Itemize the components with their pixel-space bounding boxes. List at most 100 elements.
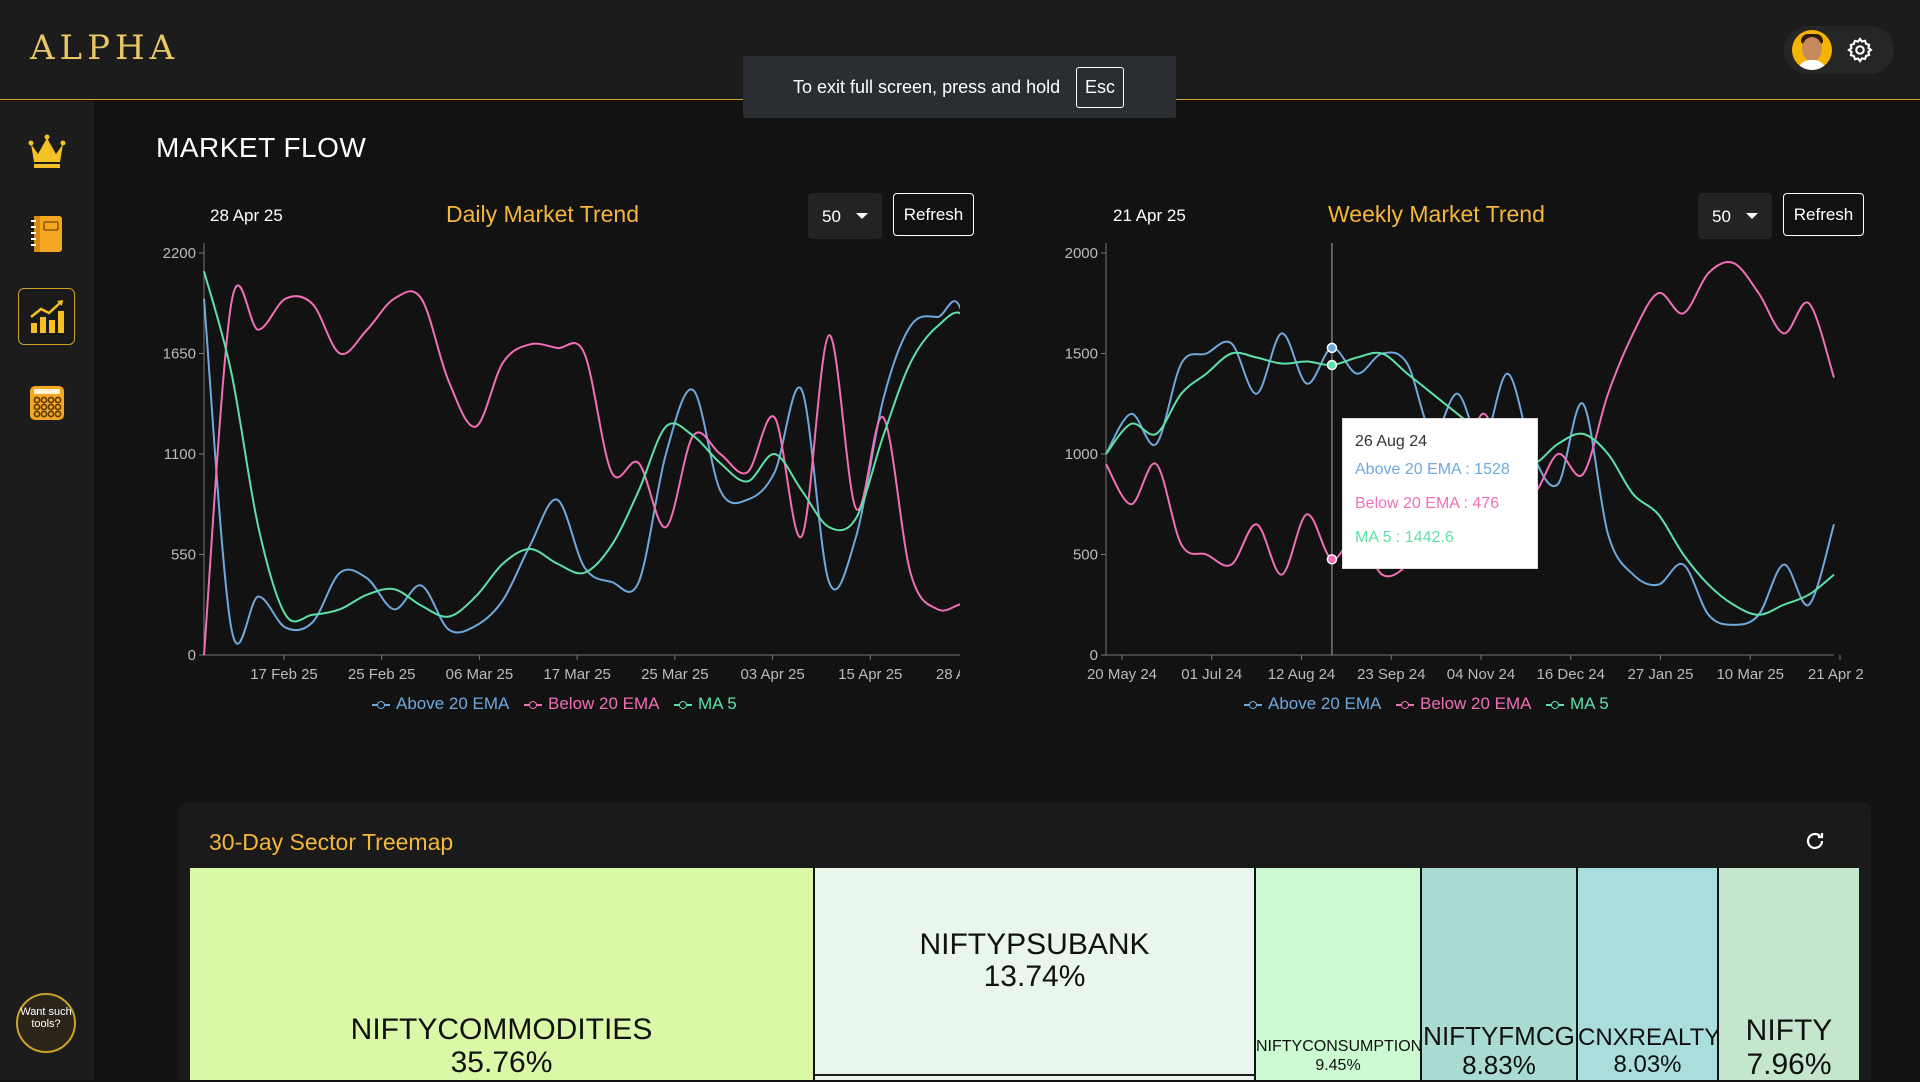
chart-tooltip: 26 Aug 24 Above 20 EMA : 1528 Below 20 E… (1342, 418, 1538, 569)
x-tick-label: 23 Sep 24 (1357, 666, 1425, 683)
sidebar: Want such tools? (0, 101, 94, 1080)
tile-value: 35.76% (450, 1046, 553, 1079)
fullscreen-toast: To exit full screen, press and hold Esc (743, 56, 1176, 118)
tile-name: NIFTYCONSUMPTION (1256, 1038, 1423, 1055)
daily-count-select[interactable]: 50 (808, 193, 882, 239)
legend-above[interactable]: Above 20 EMA (372, 694, 509, 714)
x-tick-label: 25 Feb 25 (348, 666, 416, 683)
sidebar-item-market-flow[interactable] (18, 288, 75, 345)
y-tick-label: 0 (1090, 647, 1098, 664)
legend-below-label: Below 20 EMA (548, 694, 660, 713)
treemap-tile-niftyconsumption[interactable]: NIFTYCONSUMPTION 9.45% (1256, 868, 1422, 1080)
crown-icon (28, 134, 66, 168)
hover-point (1326, 342, 1338, 354)
y-tick-label: 0 (188, 647, 196, 664)
x-tick-label: 17 Feb 25 (250, 666, 318, 683)
calculator-icon (30, 386, 64, 420)
daily-trend-chart: 0 550 1100 1650 2200 17 Feb 25 25 Feb 25 06 Mar… (163, 243, 960, 683)
refresh-icon[interactable] (1803, 829, 1827, 853)
tile-value: 8.03% (1613, 1051, 1682, 1078)
page-title: MARKET FLOW (156, 132, 367, 163)
sector-treemap-panel: 30-Day Sector Treemap NIFTYCOMMODITIES 3… (179, 802, 1871, 1081)
gear-icon[interactable] (1846, 36, 1874, 64)
x-tick-label: 28 Apr 25 (936, 666, 960, 683)
legend-above[interactable]: Above 20 EMA (1244, 694, 1381, 714)
x-tick-label: 06 Mar 25 (446, 666, 514, 683)
x-tick-label: 16 Dec 24 (1537, 666, 1605, 683)
x-tick-label: 15 Apr 25 (838, 666, 902, 683)
y-tick-label: 1000 (1065, 446, 1098, 463)
x-tick-label: 21 Apr 25 (1808, 666, 1864, 683)
x-tick-label: 03 Apr 25 (740, 666, 804, 683)
x-tick-label: 10 Mar 25 (1716, 666, 1784, 683)
tile-value: 13.74% (983, 960, 1086, 993)
tile-value: 7.96% (1746, 1048, 1832, 1081)
weekly-title: Weekly Market Trend (1328, 201, 1545, 227)
legend-ma5-label: MA 5 (1570, 694, 1609, 713)
y-tick-label: 550 (171, 547, 196, 564)
legend-above-label: Above 20 EMA (396, 694, 510, 713)
user-controls (1784, 26, 1894, 74)
chevron-down-icon (856, 213, 868, 219)
y-tick-label: 1500 (1065, 346, 1098, 363)
notebook-icon (31, 216, 62, 252)
tooltip-above: Above 20 EMA : 1528 (1355, 461, 1510, 478)
sidebar-item-notebook[interactable] (18, 204, 75, 261)
weekly-count-select[interactable]: 50 (1698, 193, 1772, 239)
legend-below-label: Below 20 EMA (1420, 694, 1532, 713)
avatar[interactable] (1792, 30, 1832, 70)
tile-value: 9.45% (1315, 1057, 1361, 1074)
tile-value: 8.83% (1462, 1050, 1536, 1080)
x-tick-label: 25 Mar 25 (641, 666, 709, 683)
legend-ma5[interactable]: MA 5 (674, 694, 737, 714)
daily-title: Daily Market Trend (446, 201, 640, 227)
series-below-20-ema[interactable] (203, 284, 960, 656)
y-tick-label: 1650 (163, 346, 196, 363)
legend-ma5[interactable]: MA 5 (1546, 694, 1609, 714)
weekly-date: 21 Apr 25 (1113, 206, 1186, 225)
legend-above-label: Above 20 EMA (1268, 694, 1382, 713)
legend-below[interactable]: Below 20 EMA (524, 694, 660, 714)
tooltip-below: Below 20 EMA : 476 (1355, 495, 1500, 512)
sidebar-item-crown[interactable] (18, 122, 75, 179)
hover-point (1326, 554, 1338, 565)
y-tick-label: 2200 (163, 245, 196, 262)
tooltip-ma5: MA 5 : 1442.6 (1355, 529, 1454, 546)
x-tick-label: 20 May 24 (1087, 666, 1157, 683)
legend-ma5-label: MA 5 (698, 694, 737, 713)
tile-name: CNXREALTY (1578, 1024, 1721, 1051)
weekly-count-value: 50 (1712, 207, 1731, 226)
esc-key: Esc (1076, 67, 1125, 108)
x-tick-label: 12 Aug 24 (1268, 666, 1336, 683)
x-tick-label: 17 Mar 25 (543, 666, 611, 683)
hover-point (1326, 359, 1338, 371)
treemap-tile-niftypsubank[interactable]: NIFTYPSUBANK 13.74% (815, 868, 1256, 1074)
treemap-tile-niftyfmcg[interactable]: NIFTYFMCG 8.83% (1422, 868, 1578, 1080)
x-tick-label: 04 Nov 24 (1447, 666, 1515, 683)
daily-count-value: 50 (822, 207, 841, 226)
app-logo[interactable]: ALPHA (30, 28, 179, 68)
y-tick-label: 2000 (1065, 245, 1098, 262)
legend-below[interactable]: Below 20 EMA (1396, 694, 1532, 714)
treemap-tile-niftycommodities[interactable]: NIFTYCOMMODITIES 35.76% (190, 868, 815, 1080)
daily-trend-panel: 0 550 1100 1650 2200 17 Feb 25 25 Feb 25 06 Mar… (130, 190, 974, 730)
want-such-tools-button[interactable]: Want such tools? (16, 993, 76, 1053)
tile-name: NIFTY (1745, 1014, 1833, 1047)
tile-name: NIFTYFMCG (1423, 1021, 1575, 1051)
treemap-tile-cnxrealty[interactable]: CNXREALTY 8.03% (1578, 868, 1721, 1080)
tooltip-date: 26 Aug 24 (1355, 433, 1428, 450)
sidebar-item-quant-calculator[interactable] (18, 374, 75, 431)
daily-refresh-button[interactable]: Refresh (893, 193, 974, 236)
treemap-tile-next[interactable] (815, 1076, 1256, 1080)
y-tick-label: 500 (1073, 547, 1098, 564)
fullscreen-message: To exit full screen, press and hold (793, 77, 1061, 97)
tile-name: NIFTYPSUBANK (919, 928, 1150, 961)
y-tick-label: 1100 (164, 446, 196, 463)
tile-name: NIFTYCOMMODITIES (350, 1013, 653, 1046)
weekly-refresh-button[interactable]: Refresh (1783, 193, 1864, 236)
x-tick-label: 01 Jul 24 (1181, 666, 1242, 683)
treemap-tile-nifty[interactable]: NIFTY 7.96% (1719, 868, 1859, 1081)
chevron-down-icon (1746, 213, 1758, 219)
daily-date: 28 Apr 25 (210, 206, 283, 225)
x-tick-label: 27 Jan 25 (1628, 666, 1694, 683)
